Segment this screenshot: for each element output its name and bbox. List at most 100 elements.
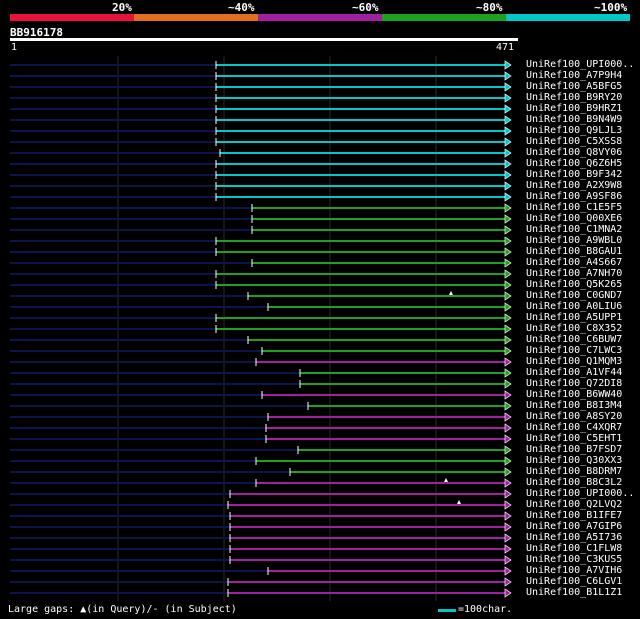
hit-label[interactable]: UniRef100_Q30XX3 [526,455,622,466]
alignment-end-arrow [504,258,512,268]
query-gap-marker [449,291,453,295]
hit-label[interactable]: UniRef100_A9SF86 [526,191,622,202]
hit-label[interactable]: UniRef100_Q6Z6H5 [526,158,622,169]
alignment-end-arrow [504,544,512,554]
alignment-end-arrow [504,533,512,543]
hit-label[interactable]: UniRef100_A7NH70 [526,268,622,279]
alignment-end-arrow [504,104,512,114]
hit-label[interactable]: UniRef100_Q00XE6 [526,213,622,224]
alignment-end-arrow [504,181,512,191]
hit-label[interactable]: UniRef100_Q9LJL3 [526,125,622,136]
hit-label[interactable]: UniRef100_B8DRM7 [526,466,622,477]
hit-label[interactable]: UniRef100_B9HRZ1 [526,103,622,114]
alignment-end-arrow [504,346,512,356]
query-gap-marker [444,478,448,482]
alignment-end-arrow [504,115,512,125]
alignment-end-arrow [504,577,512,587]
alignment-end-arrow [504,401,512,411]
hit-label[interactable]: UniRef100_A1VF44 [526,367,622,378]
alignment-end-arrow [504,137,512,147]
hit-label[interactable]: UniRef100_Q1MQM3 [526,356,622,367]
hit-label[interactable]: UniRef100_Q8VY06 [526,147,622,158]
hit-label[interactable]: UniRef100_A7GIP6 [526,521,622,532]
alignment-end-arrow [504,522,512,532]
hit-label[interactable]: UniRef100_Q72DI8 [526,378,622,389]
alignment-end-arrow [504,291,512,301]
alignment-end-arrow [504,269,512,279]
alignment-end-arrow [504,588,512,598]
alignment-end-arrow [504,467,512,477]
alignment-end-arrow [504,214,512,224]
alignment-end-arrow [504,225,512,235]
hit-label[interactable]: UniRef100_UPI000.. [526,59,634,70]
alignment-end-arrow [504,159,512,169]
hit-label[interactable]: UniRef100_A7VIH6 [526,565,622,576]
hit-label[interactable]: UniRef100_Q2LVQ2 [526,499,622,510]
alignment-end-arrow [504,489,512,499]
hit-label[interactable]: UniRef100_Q5K265 [526,279,622,290]
alignment-end-arrow [504,71,512,81]
alignment-end-arrow [504,511,512,521]
hit-label[interactable]: UniRef100_B9N4W9 [526,114,622,125]
alignment-end-arrow [504,170,512,180]
alignment-end-arrow [504,324,512,334]
alignment-end-arrow [504,93,512,103]
alignment-end-arrow [504,60,512,70]
hit-label[interactable]: UniRef100_B8C3L2 [526,477,622,488]
hit-label[interactable]: UniRef100_B7FSD7 [526,444,622,455]
hit-label[interactable]: UniRef100_C6BUW7 [526,334,622,345]
hit-label[interactable]: UniRef100_C6LGV1 [526,576,622,587]
alignment-end-arrow [504,335,512,345]
alignment-end-arrow [504,445,512,455]
hit-label[interactable]: UniRef100_A9WBL0 [526,235,622,246]
scale-key-label: =100char. [458,604,513,615]
scale-key-bar [438,609,456,612]
alignment-end-arrow [504,236,512,246]
hit-label[interactable]: UniRef100_C5XSS8 [526,136,622,147]
hit-label[interactable]: UniRef100_A5UPP1 [526,312,622,323]
alignment-end-arrow [504,412,512,422]
hit-label[interactable]: UniRef100_A5BFG5 [526,81,622,92]
alignment-end-arrow [504,247,512,257]
gap-legend: Large gaps: ▲(in Query)/- (in Subject) [8,604,237,615]
hit-label[interactable]: UniRef100_A5I736 [526,532,622,543]
hit-label[interactable]: UniRef100_B8GAU1 [526,246,622,257]
hit-label[interactable]: UniRef100_B6WW40 [526,389,622,400]
hit-label[interactable]: UniRef100_A0LIU6 [526,301,622,312]
hit-label[interactable]: UniRef100_UPI000.. [526,488,634,499]
hit-label[interactable]: UniRef100_A4S667 [526,257,622,268]
hit-label[interactable]: UniRef100_A8SY20 [526,411,622,422]
hit-label[interactable]: UniRef100_B9F342 [526,169,622,180]
alignment-end-arrow [504,423,512,433]
hit-label[interactable]: UniRef100_B1L1Z1 [526,587,622,598]
hit-label[interactable]: UniRef100_C1E5F5 [526,202,622,213]
alignment-end-arrow [504,148,512,158]
hit-label[interactable]: UniRef100_C0GND7 [526,290,622,301]
hit-label[interactable]: UniRef100_C1MNA2 [526,224,622,235]
alignment-end-arrow [504,192,512,202]
hit-label[interactable]: UniRef100_A2X9W8 [526,180,622,191]
hit-label[interactable]: UniRef100_C7LWC3 [526,345,622,356]
hit-label[interactable]: UniRef100_C8X352 [526,323,622,334]
alignment-end-arrow [504,566,512,576]
alignment-end-arrow [504,434,512,444]
hit-label[interactable]: UniRef100_C4XQR7 [526,422,622,433]
alignment-end-arrow [504,478,512,488]
alignment-end-arrow [504,500,512,510]
alignment-end-arrow [504,126,512,136]
alignment-end-arrow [504,379,512,389]
hit-label[interactable]: UniRef100_C1FLW8 [526,543,622,554]
hit-label[interactable]: UniRef100_B1IFE7 [526,510,622,521]
alignment-end-arrow [504,302,512,312]
alignment-end-arrow [504,82,512,92]
alignment-end-arrow [504,280,512,290]
query-gap-marker [457,500,461,504]
alignment-end-arrow [504,456,512,466]
hit-label[interactable]: UniRef100_B9RY20 [526,92,622,103]
hit-label[interactable]: UniRef100_C3KUS5 [526,554,622,565]
hit-label[interactable]: UniRef100_B8I3M4 [526,400,622,411]
hit-label[interactable]: UniRef100_A7P9H4 [526,70,622,81]
alignment-end-arrow [504,555,512,565]
alignment-end-arrow [504,357,512,367]
hit-label[interactable]: UniRef100_C5EHT1 [526,433,622,444]
